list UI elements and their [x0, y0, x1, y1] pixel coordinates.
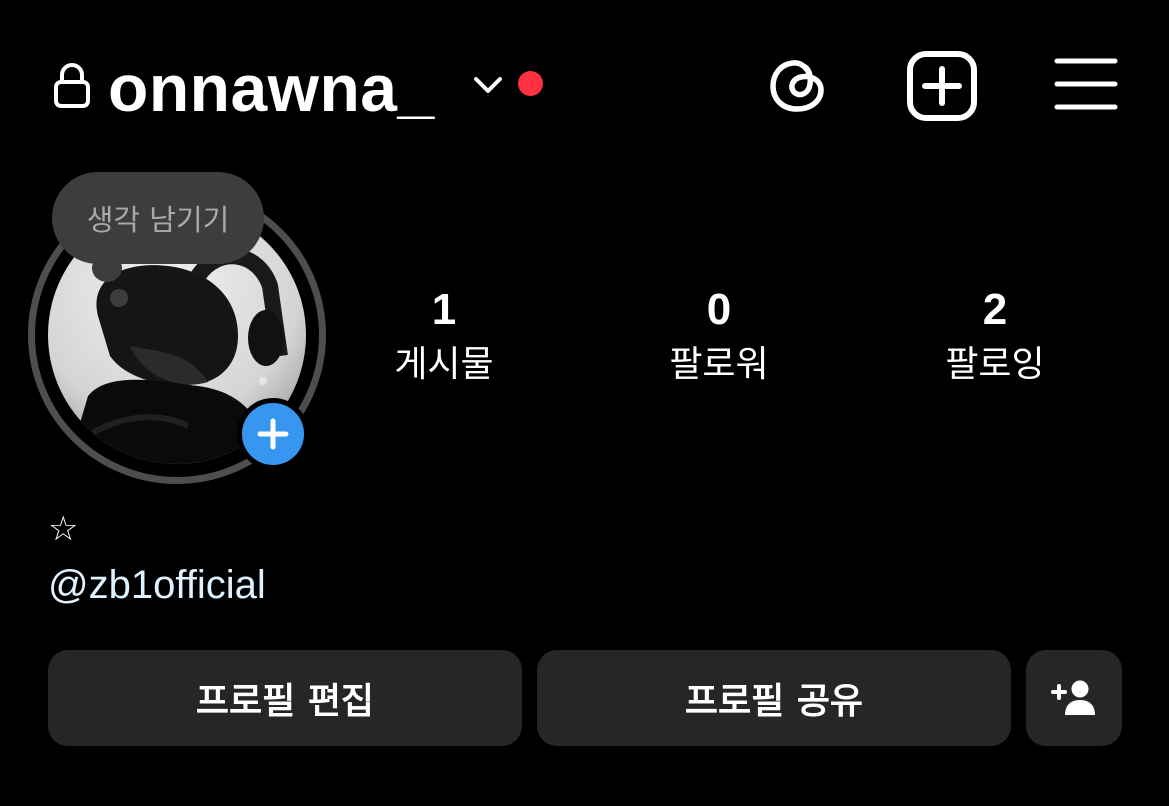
plus-icon — [257, 418, 289, 450]
note-bubble[interactable]: 생각 남기기 — [52, 172, 264, 264]
edit-profile-label: 프로필 편집 — [195, 681, 375, 722]
chevron-down-icon[interactable] — [470, 70, 506, 100]
discover-people-button[interactable] — [1026, 650, 1122, 746]
notification-dot — [518, 71, 543, 96]
share-profile-label: 프로필 공유 — [684, 681, 864, 722]
username-switcher[interactable]: onnawna_ — [108, 48, 435, 128]
stat-posts[interactable]: 1 게시물 — [344, 284, 544, 388]
stat-followers[interactable]: 0 팔로워 — [619, 284, 819, 388]
add-story-button[interactable] — [237, 398, 309, 470]
stat-following[interactable]: 2 팔로잉 — [895, 284, 1095, 388]
stat-posts-value: 1 — [431, 285, 457, 334]
share-profile-button[interactable]: 프로필 공유 — [537, 650, 1011, 746]
profile-header: onnawna_ — [0, 0, 1169, 150]
stat-posts-label: 게시물 — [394, 344, 494, 385]
stat-following-label: 팔로잉 — [945, 344, 1045, 385]
edit-profile-button[interactable]: 프로필 편집 — [48, 650, 522, 746]
note-bubble-tail-small — [110, 289, 128, 307]
stat-followers-value: 0 — [706, 285, 732, 334]
hamburger-menu-icon[interactable] — [1054, 56, 1118, 112]
plus-square-icon[interactable] — [906, 50, 978, 122]
note-placeholder: 생각 남기기 — [86, 203, 230, 237]
profile-page: onnawna_ 생각 남기기 1 게시물 0 팔로워 2 팔로잉 ☆ @zb1… — [0, 0, 1169, 806]
stat-following-value: 2 — [982, 285, 1008, 334]
bio-text: ☆ — [48, 509, 79, 549]
stat-followers-label: 팔로워 — [669, 344, 769, 385]
add-person-icon — [1051, 680, 1095, 715]
threads-icon[interactable] — [765, 52, 831, 118]
bio-mention-link[interactable]: @zb1official — [48, 561, 266, 609]
lock-icon — [54, 63, 90, 108]
